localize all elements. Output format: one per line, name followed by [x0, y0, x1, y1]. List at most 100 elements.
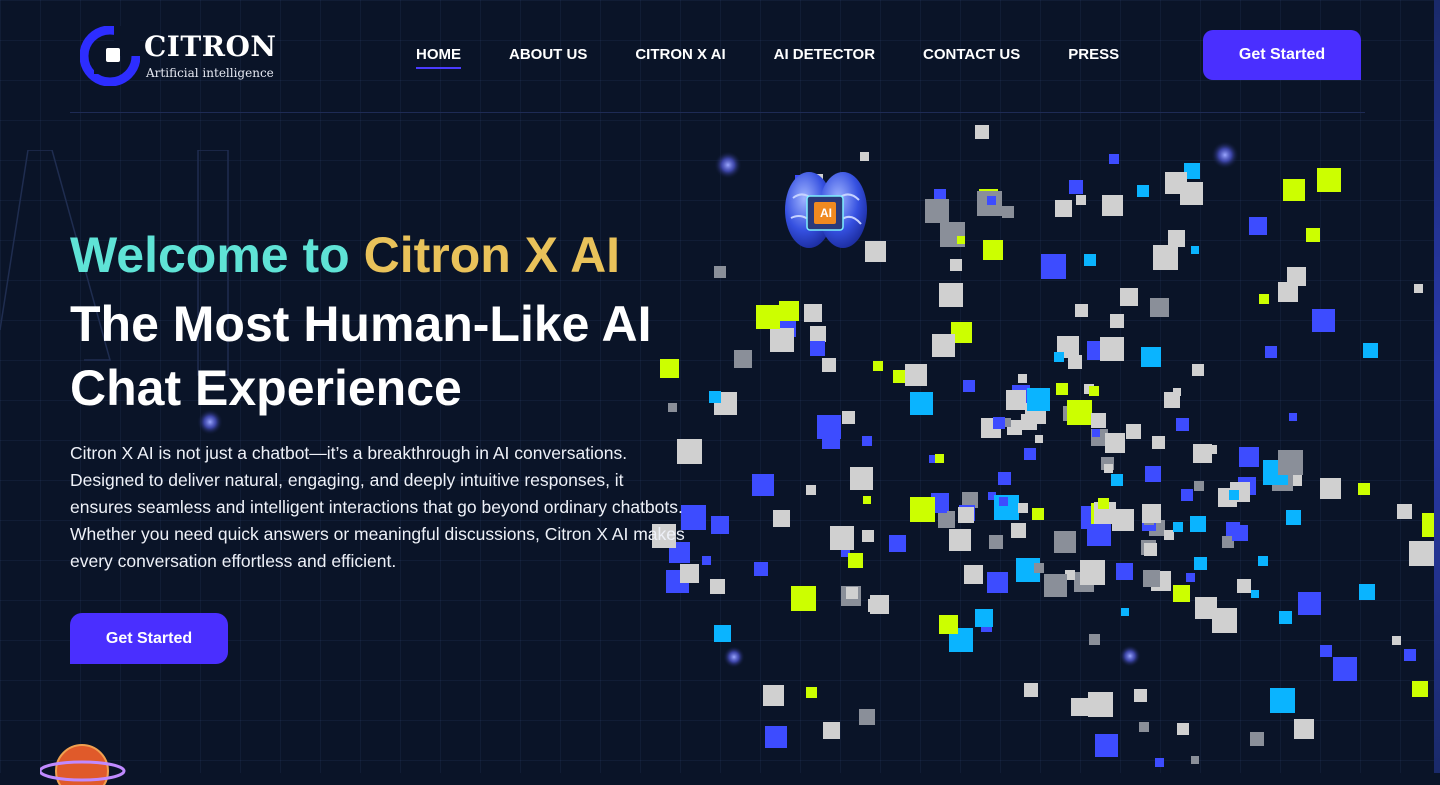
glow-orb — [1211, 141, 1239, 169]
pixel-square — [1237, 579, 1251, 593]
pixel-square — [1150, 298, 1169, 317]
pixel-square — [1312, 309, 1335, 332]
pixel-square — [1075, 304, 1088, 317]
ai-chip-label: AI — [820, 206, 832, 220]
pixel-square — [998, 472, 1011, 485]
pixel-square — [1191, 246, 1199, 254]
pixel-square — [1087, 522, 1111, 546]
pixel-square — [999, 497, 1008, 506]
pixel-square — [1239, 447, 1259, 467]
pixel-square — [1149, 520, 1165, 536]
pixel-square — [810, 341, 825, 356]
pixel-square — [949, 529, 971, 551]
pixel-square — [932, 334, 955, 357]
pixel-square — [1165, 172, 1187, 194]
pixel-square — [936, 343, 949, 356]
nav-home[interactable]: HOME — [416, 46, 461, 69]
pixel-square — [1392, 636, 1401, 645]
pixel-square — [950, 259, 962, 271]
pixel-square — [1021, 414, 1037, 430]
pixel-square — [1265, 346, 1277, 358]
pixel-square — [957, 236, 965, 244]
pixel-square — [989, 535, 1003, 549]
pixel-square — [1144, 543, 1157, 556]
pixel-square — [910, 392, 933, 415]
pixel-square — [1232, 525, 1248, 541]
pixel-square — [870, 595, 889, 614]
right-edge-accent — [1434, 0, 1440, 773]
pixel-square — [1258, 556, 1268, 566]
header-get-started-button[interactable]: Get Started — [1203, 30, 1361, 80]
pixel-square — [893, 370, 906, 383]
pixel-square — [1195, 597, 1217, 619]
pixel-square — [850, 467, 873, 490]
pixel-square — [1191, 756, 1199, 764]
pixel-square — [1404, 649, 1416, 661]
pixel-square — [987, 196, 996, 205]
pixel-square — [1151, 571, 1171, 591]
pixel-square — [1270, 688, 1295, 713]
nav-press[interactable]: PRESS — [1068, 46, 1119, 69]
hero-get-started-button[interactable]: Get Started — [70, 613, 228, 664]
pixel-square — [1194, 557, 1207, 570]
pixel-square — [1230, 482, 1250, 502]
pixel-square — [1111, 474, 1123, 486]
pixel-square — [1173, 522, 1183, 532]
main-nav: HOME ABOUT US CITRON X AI AI DETECTOR CO… — [416, 46, 1167, 69]
pixel-square — [1011, 523, 1026, 538]
pixel-square — [714, 266, 726, 278]
pixel-square — [963, 380, 975, 392]
pixel-square — [1027, 388, 1050, 411]
pixel-square — [1105, 433, 1125, 453]
pixel-square — [1412, 681, 1428, 697]
hero-welcome-heading: Welcome to Citron X AI — [70, 226, 620, 284]
pixel-square — [939, 283, 963, 307]
pixel-square — [1180, 182, 1203, 205]
pixel-square — [1317, 168, 1341, 192]
nav-contact-us[interactable]: CONTACT US — [923, 46, 1020, 69]
pixel-square — [993, 417, 1005, 429]
pixel-square — [1397, 504, 1412, 519]
pixel-square — [1218, 488, 1237, 507]
pixel-square — [710, 579, 725, 594]
pixel-square — [938, 511, 955, 528]
nav-about-us[interactable]: ABOUT US — [509, 46, 587, 69]
pixel-square — [1098, 498, 1109, 509]
pixel-square — [1088, 692, 1113, 717]
pixel-square — [709, 391, 721, 403]
pixel-square — [1164, 530, 1174, 540]
pixel-square — [975, 125, 989, 139]
pixel-square — [1139, 722, 1149, 732]
nav-ai-detector[interactable]: AI DETECTOR — [774, 46, 875, 69]
brand-name: CITRON — [144, 30, 277, 63]
citron-logo-icon — [80, 26, 140, 86]
pixel-square — [1032, 508, 1044, 520]
pixel-square — [1283, 179, 1305, 201]
pixel-square — [1298, 592, 1321, 615]
pixel-square — [763, 685, 784, 706]
pixel-square — [1101, 457, 1114, 470]
pixel-square — [1251, 590, 1259, 598]
brand-logo[interactable]: CITRON Artificial intelligence — [80, 26, 280, 86]
pixel-square — [1080, 560, 1105, 585]
pixel-square — [1041, 254, 1066, 279]
glow-orb — [723, 646, 745, 668]
pixel-square — [1089, 634, 1100, 645]
pixel-square — [889, 535, 906, 552]
pixel-square — [1359, 584, 1375, 600]
pixel-square — [935, 501, 947, 513]
pixel-square — [1286, 510, 1301, 525]
pixel-square — [1173, 388, 1181, 396]
pixel-square — [1134, 689, 1147, 702]
pixel-square — [860, 152, 869, 161]
pixel-square — [1057, 336, 1079, 358]
pixel-square — [863, 496, 871, 504]
pixel-square — [1193, 444, 1212, 463]
pixel-square — [817, 415, 841, 439]
pixel-square — [1092, 429, 1100, 437]
pixel-square — [1181, 489, 1193, 501]
pixel-square — [931, 493, 949, 511]
pixel-square — [1289, 413, 1297, 421]
pixel-square — [1363, 343, 1378, 358]
nav-citron-x-ai[interactable]: CITRON X AI — [635, 46, 725, 69]
